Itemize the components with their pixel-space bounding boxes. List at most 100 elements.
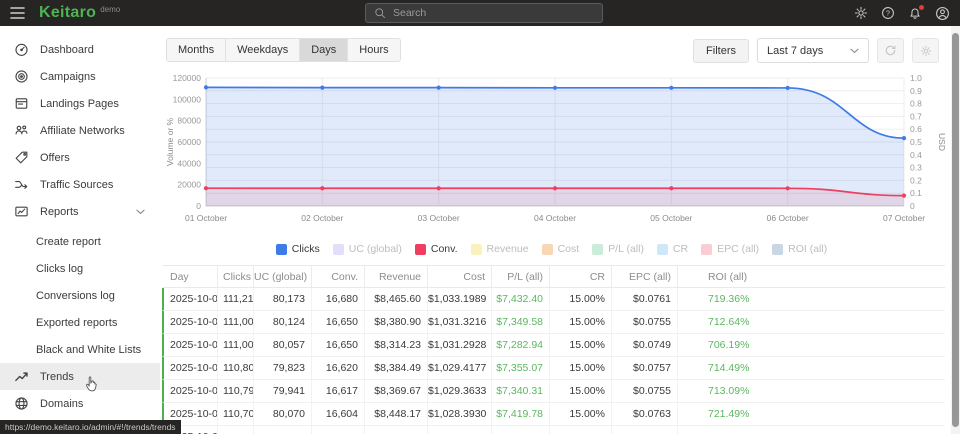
search-input[interactable]: Search xyxy=(365,3,603,23)
column-header-uc-global[interactable]: UC (global) xyxy=(254,266,312,287)
legend-swatch xyxy=(657,244,668,255)
table-row[interactable]: 2025-10-03111,0080,05716,650$8,314.23$1,… xyxy=(162,334,945,357)
sidebar-item-conversions-log[interactable]: Conversions log xyxy=(0,282,160,309)
scrollbar-thumb[interactable] xyxy=(952,33,959,427)
chart-settings-button[interactable] xyxy=(912,38,939,63)
legend-item-revenue[interactable]: Revenue xyxy=(471,243,529,255)
column-header-epc-all[interactable]: EPC (all) xyxy=(612,266,678,287)
sidebar-item-create-report[interactable]: Create report xyxy=(0,228,160,255)
column-header-roi-all[interactable]: ROI (all) xyxy=(678,266,945,287)
legend-item-clicks[interactable]: Clicks xyxy=(276,243,320,255)
legend-item-conv[interactable]: Conv. xyxy=(415,243,458,255)
column-header-day[interactable]: Day xyxy=(164,266,218,287)
sidebar-item-campaigns[interactable]: Campaigns xyxy=(0,63,160,90)
legend-item-epc-all[interactable]: EPC (all) xyxy=(701,243,759,255)
legend-swatch xyxy=(333,244,344,255)
sidebar-item-label: Conversions log xyxy=(36,290,115,302)
sidebar-item-traffic-sources[interactable]: Traffic Sources xyxy=(0,171,160,198)
legend-label: Conv. xyxy=(431,243,458,255)
help-icon[interactable]: ? xyxy=(881,6,895,20)
tab-days[interactable]: Days xyxy=(300,39,348,61)
table-row[interactable]: 2025-10-01111,2180,17316,680$8,465.60$1,… xyxy=(162,288,945,311)
traffic-icon xyxy=(14,177,29,192)
svg-text:0.4: 0.4 xyxy=(910,150,922,160)
top-bar: Keitaro demo Search ? xyxy=(0,0,960,26)
legend-item-cr[interactable]: CR xyxy=(657,243,688,255)
column-header-cost[interactable]: Cost xyxy=(428,266,492,287)
table-cell xyxy=(254,426,312,434)
table-cell: 110,70 xyxy=(218,403,254,425)
legend-swatch xyxy=(592,244,603,255)
chevron-down-icon xyxy=(136,206,145,218)
period-tab-group: MonthsWeekdaysDaysHours xyxy=(166,38,401,62)
bell-icon[interactable] xyxy=(908,6,922,20)
sidebar-item-black-and-white-lists[interactable]: Black and White Lists xyxy=(0,336,160,363)
column-header-conv[interactable]: Conv. xyxy=(312,266,365,287)
table-cell: 110,80 xyxy=(218,357,254,379)
table-cell: $8,384.49 xyxy=(365,357,428,379)
legend-swatch xyxy=(471,244,482,255)
table-row[interactable]: 2025-10-04110,8079,82316,620$8,384.49$1,… xyxy=(162,357,945,380)
tab-months[interactable]: Months xyxy=(167,39,226,61)
sidebar-item-clicks-log[interactable]: Clicks log xyxy=(0,255,160,282)
table-cell: $1,029.3633 xyxy=(428,380,492,402)
column-header-revenue[interactable]: Revenue xyxy=(365,266,428,287)
sidebar-item-landings-pages[interactable]: Landings Pages xyxy=(0,90,160,117)
account-icon[interactable] xyxy=(935,6,950,21)
sidebar-item-trends[interactable]: Trends xyxy=(0,363,160,390)
svg-text:0: 0 xyxy=(910,201,915,211)
hamburger-menu-icon[interactable] xyxy=(9,6,26,20)
svg-text:120000: 120000 xyxy=(173,73,202,83)
table-cell: $8,380.90 xyxy=(365,311,428,333)
legend-item-cost[interactable]: Cost xyxy=(542,243,580,255)
table-cell: 15.00% xyxy=(550,357,612,379)
svg-text:1.0: 1.0 xyxy=(910,73,922,83)
legend-label: UC (global) xyxy=(349,243,402,255)
svg-text:80000: 80000 xyxy=(177,116,201,126)
table-cell: $7,349.58 xyxy=(492,311,550,333)
svg-text:0.1: 0.1 xyxy=(910,188,922,198)
table-row[interactable]: 2025-10-02111,0080,12416,650$8,380.90$1,… xyxy=(162,311,945,334)
table-cell: 111,21 xyxy=(218,288,254,310)
column-header-cr[interactable]: CR xyxy=(550,266,612,287)
sidebar-item-affiliate-networks[interactable]: Affiliate Networks xyxy=(0,117,160,144)
column-header-clicks[interactable]: Clicks xyxy=(218,266,254,287)
tab-hours[interactable]: Hours xyxy=(348,39,399,61)
svg-text:02 October: 02 October xyxy=(301,213,343,223)
settings-icon[interactable] xyxy=(854,6,868,20)
tab-weekdays[interactable]: Weekdays xyxy=(226,39,300,61)
svg-text:USD: USD xyxy=(937,133,947,151)
date-range-select[interactable]: Last 7 days xyxy=(757,38,869,63)
offers-icon xyxy=(14,150,29,165)
trends-chart[interactable]: 02000040000600008000010000012000000.10.2… xyxy=(162,70,948,238)
legend-label: CR xyxy=(673,243,688,255)
table-cell: $0.0749 xyxy=(612,334,678,356)
legend-item-p-l-all[interactable]: P/L (all) xyxy=(592,243,644,255)
table-cell xyxy=(678,426,945,434)
sidebar-item-label: Trends xyxy=(40,371,74,383)
sidebar-item-reports[interactable]: Reports xyxy=(0,198,160,225)
legend-item-roi-all[interactable]: ROI (all) xyxy=(772,243,827,255)
column-header-p-l-all[interactable]: P/L (all) xyxy=(492,266,550,287)
table-row[interactable]: 2025-10-05110,7979,94116,617$8,369.67$1,… xyxy=(162,380,945,403)
table-row[interactable]: 2025-10-07 xyxy=(162,426,945,434)
app-logo[interactable]: Keitaro xyxy=(39,4,96,22)
table-cell: 79,823 xyxy=(254,357,312,379)
filters-button[interactable]: Filters xyxy=(693,39,749,63)
legend-item-uc-global[interactable]: UC (global) xyxy=(333,243,402,255)
table-cell xyxy=(492,426,550,434)
sidebar-item-exported-reports[interactable]: Exported reports xyxy=(0,309,160,336)
table-cell: 714.49% xyxy=(678,357,945,379)
table-cell: 111,00 xyxy=(218,334,254,356)
vertical-scrollbar[interactable] xyxy=(951,26,960,434)
refresh-button[interactable] xyxy=(877,38,904,63)
legend-swatch xyxy=(542,244,553,255)
sidebar-item-domains[interactable]: Domains xyxy=(0,390,160,417)
sidebar-item-offers[interactable]: Offers xyxy=(0,144,160,171)
sidebar-item-dashboard[interactable]: Dashboard xyxy=(0,36,160,63)
table-cell xyxy=(312,426,365,434)
table-cell: $8,465.60 xyxy=(365,288,428,310)
campaigns-icon xyxy=(14,69,29,84)
table-row[interactable]: 2025-10-06110,7080,07016,604$8,448.17$1,… xyxy=(162,403,945,426)
legend-label: ROI (all) xyxy=(788,243,827,255)
